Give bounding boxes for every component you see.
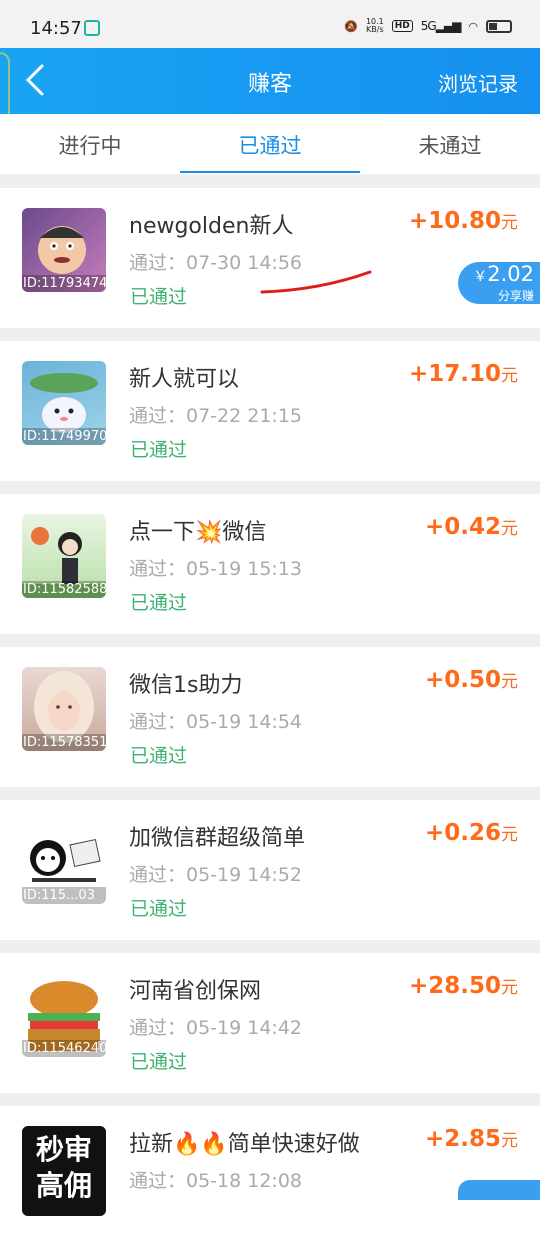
approved-time: 通过：05-19 14:42 [129,1017,303,1039]
reward-unit: 元 [501,672,518,692]
reward-amount: +0.26元 [425,820,518,846]
task-name: 河南省创保网 [129,979,262,1004]
active-tab-indicator [180,171,360,173]
task-name: 点一下💥微信 [129,520,267,545]
task-id: ID:11793474 [22,275,106,292]
signal-icon: 5G▂▄▆ [420,19,462,33]
task-id: ID:11546240 [22,1040,106,1057]
status-label: 已通过 [130,592,188,614]
task-thumbnail: ID:11749970 [22,361,106,445]
hand-drawn-underline [260,270,372,294]
reward-unit: 元 [501,366,518,386]
status-bar: 14:57 🔕 10.1 KB/s HD 5G▂▄▆ ◠ [0,0,540,48]
clock: 14:57 [30,18,82,39]
wifi-icon: ◠ [468,19,478,33]
list-item[interactable]: ID:11546240 河南省创保网 通过：05-19 14:42 已通过 +2… [0,953,540,1093]
status-label: 已通过 [130,898,188,920]
reward-unit: 元 [501,213,518,233]
status-icons: 🔕 10.1 KB/s HD 5G▂▄▆ ◠ [344,18,512,34]
tab-rejected[interactable]: 未通过 [360,130,540,160]
reward-value: +28.50 [408,973,501,999]
task-name: 拉新🔥🔥简单快速好做 [129,1132,360,1157]
reward-unit: 元 [501,1131,518,1151]
approved-time: 通过：05-19 14:54 [129,711,303,733]
status-label: 已通过 [130,1051,188,1073]
yen-icon: ￥ [473,269,488,285]
edge-indicator [0,52,10,122]
list-item[interactable]: ID:11793474 newgolden新人 通过：07-30 14:56 已… [0,188,540,328]
approved-time: 通过：05-19 14:52 [129,864,303,886]
app-notification-icon [84,20,100,36]
task-id: ID:11582588 [22,581,106,598]
battery-icon [486,19,512,33]
tab-in-progress[interactable]: 进行中 [0,130,180,160]
reward-unit: 元 [501,978,518,998]
task-thumbnail: ID:11582588 [22,514,106,598]
list-item[interactable]: ID:11578351 微信1s助力 通过：05-19 14:54 已通过 +0… [0,647,540,787]
share-earn-button[interactable]: ￥2.02 分享赚 [458,262,540,304]
reward-amount: +0.42元 [425,514,518,540]
approved-time: 通过：07-22 21:15 [129,405,303,427]
task-name: 新人就可以 [129,367,240,392]
hd-icon: HD [391,20,413,32]
reward-amount: +10.80元 [409,208,518,234]
share-amount: 2.02 [487,262,534,286]
reward-amount: +17.10元 [409,361,518,387]
list-item[interactable]: ID:11582588 点一下💥微信 通过：05-19 15:13 已通过 +0… [0,494,540,634]
reward-amount: +28.50元 [409,973,518,999]
task-thumbnail: ID:11578351 [22,667,106,751]
reward-value: +0.26 [424,820,501,846]
reward-value: +10.80 [408,208,501,234]
net-speed-unit: KB/s [366,25,384,34]
tab-approved[interactable]: 已通过 [180,130,360,160]
reward-value: +0.42 [424,514,501,540]
task-id: ID:11749970 [22,428,106,445]
share-label: 分享赚 [497,289,534,303]
list-item[interactable]: ID:115...03 加微信群超级简单 通过：05-19 14:52 已通过 … [0,800,540,940]
tab-bar: 进行中 已通过 未通过 [0,114,540,174]
reward-value: +2.85 [424,1126,501,1152]
reward-unit: 元 [501,825,518,845]
net-speed: 10.1 KB/s [366,18,384,34]
task-name: 加微信群超级简单 [129,826,306,851]
approved-time: 通过：05-18 12:08 [129,1170,303,1192]
history-button[interactable]: 浏览记录 [438,68,518,97]
approved-time: 通过：05-19 15:13 [129,558,303,580]
task-thumbnail: 秒审高佣 [22,1126,106,1216]
thumbnail-text: 秒审高佣 [35,1133,92,1202]
share-earn-button-partial[interactable] [458,1180,540,1200]
task-id: ID:115...03 [22,887,106,904]
list-item[interactable]: ID:11749970 新人就可以 通过：07-22 21:15 已通过 +17… [0,341,540,481]
status-label: 已通过 [130,286,188,308]
status-label: 已通过 [130,745,188,767]
list-item[interactable]: 秒审高佣 拉新🔥🔥简单快速好做 通过：05-18 12:08 +2.85元 [0,1106,540,1246]
task-name: newgolden新人 [129,214,294,239]
reward-amount: +0.50元 [425,667,518,693]
app-header: 赚客 浏览记录 [0,48,540,114]
status-label: 已通过 [130,439,188,461]
signal-label: 5G [420,19,437,33]
task-name: 微信1s助力 [129,673,243,698]
task-id: ID:11578351 [22,734,106,751]
reward-amount: +2.85元 [425,1126,518,1152]
task-thumbnail: ID:11546240 [22,973,106,1057]
task-thumbnail: ID:115...03 [22,820,106,904]
reward-value: +17.10 [408,361,501,387]
reward-value: +0.50 [424,667,501,693]
reward-unit: 元 [501,519,518,539]
mute-icon: 🔕 [344,19,358,33]
task-thumbnail: ID:11793474 [22,208,106,292]
